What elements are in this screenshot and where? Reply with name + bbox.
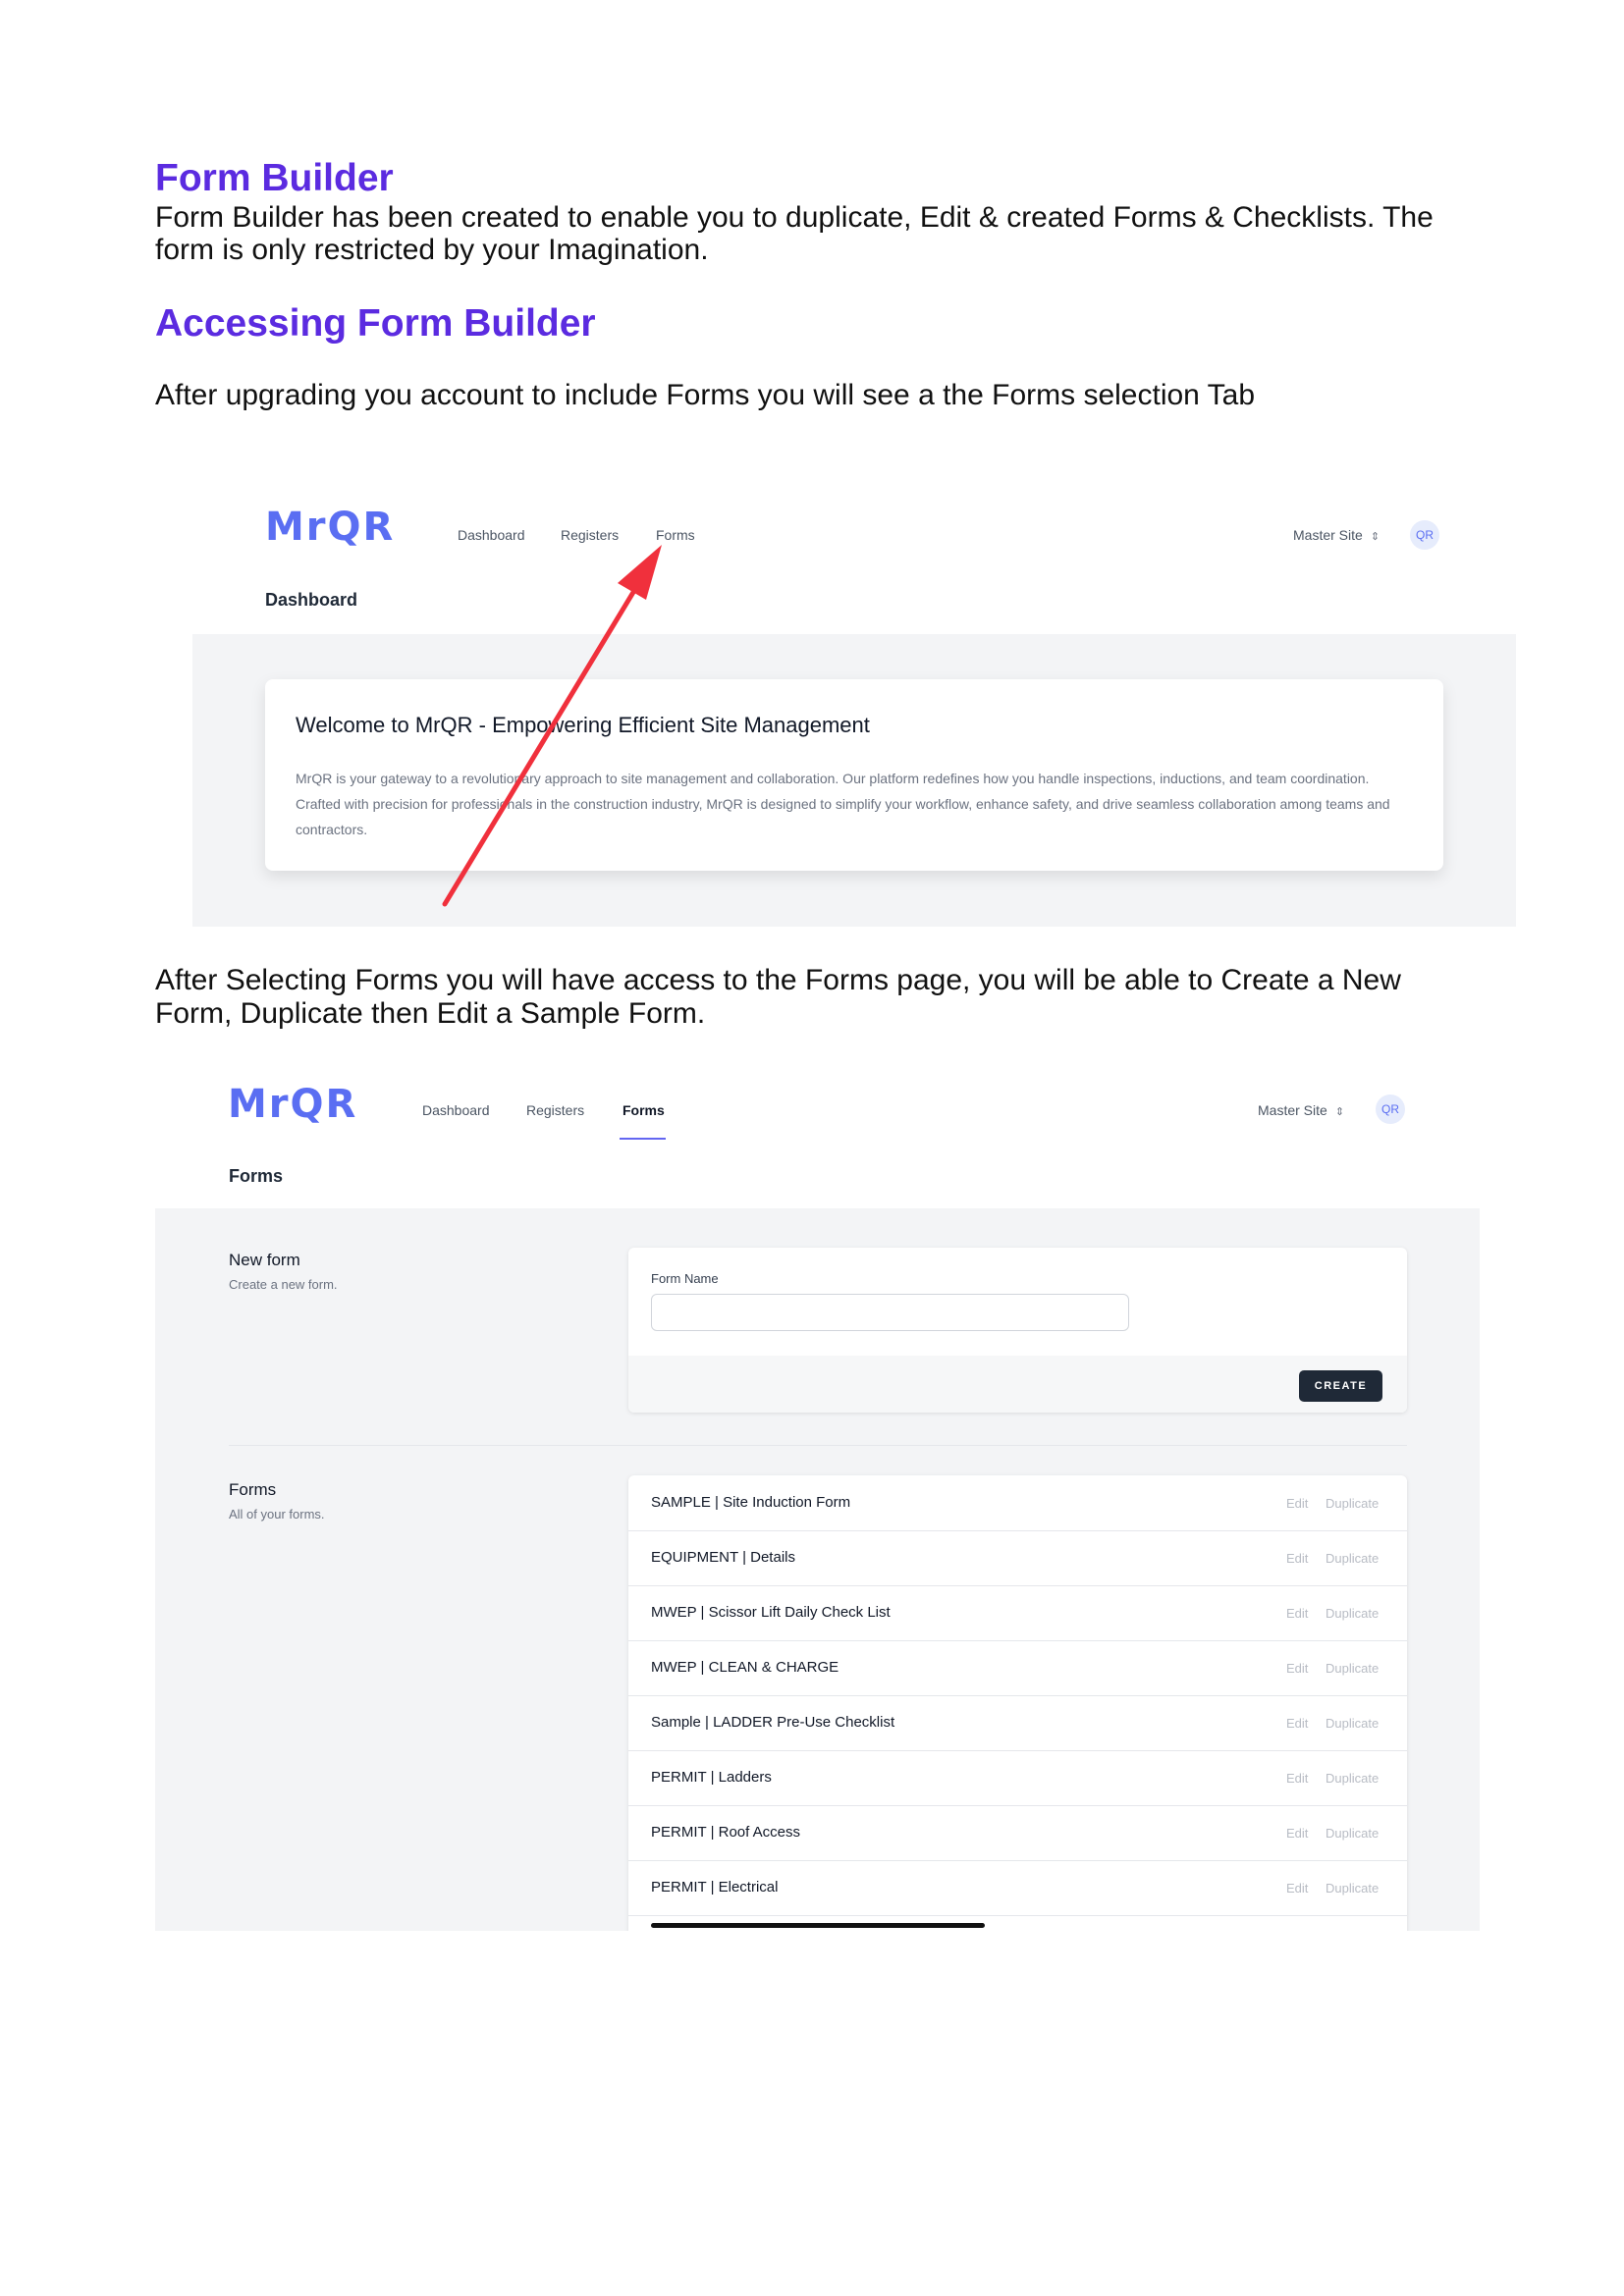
- chevron-updown-icon: ⇕: [1334, 1106, 1345, 1118]
- form-name-input[interactable]: [651, 1294, 1129, 1331]
- heading-form-builder: Form Builder: [155, 157, 394, 199]
- list-item[interactable]: SAMPLE | Site Induction Form Edit Duplic…: [628, 1475, 1407, 1531]
- new-form-desc: Create a new form.: [229, 1277, 338, 1292]
- page-header: Forms: [155, 1140, 1480, 1210]
- red-arrow-annotation: [442, 545, 662, 907]
- duplicate-link[interactable]: Duplicate: [1326, 1716, 1379, 1731]
- form-name-label: Form Name: [651, 1271, 719, 1286]
- list-item[interactable]: EQUIPMENT | Details Edit Duplicate: [628, 1530, 1407, 1586]
- avatar[interactable]: QR: [1376, 1095, 1405, 1124]
- intro-line-1: Form Builder has been created to enable …: [155, 201, 1434, 234]
- edit-link[interactable]: Edit: [1286, 1716, 1308, 1731]
- form-name: MWEP | Scissor Lift Daily Check List: [651, 1604, 891, 1621]
- edit-link[interactable]: Edit: [1286, 1826, 1308, 1841]
- intro-line-2: form is only restricted by your Imaginat…: [155, 234, 709, 266]
- forms-content: New form Create a new form. Form Name CR…: [155, 1208, 1480, 1931]
- form-name: PERMIT | Electrical: [651, 1879, 779, 1896]
- mrqr-logo[interactable]: MrQR: [228, 1083, 357, 1126]
- nav-registers[interactable]: Registers: [526, 1102, 584, 1118]
- edit-link[interactable]: Edit: [1286, 1496, 1308, 1511]
- list-item[interactable]: PERMIT | Roof Access Edit Duplicate: [628, 1805, 1407, 1861]
- forms-section-title: Forms: [229, 1480, 277, 1499]
- nav-forms[interactable]: Forms: [623, 1102, 665, 1118]
- forms-section-desc: All of your forms.: [229, 1507, 325, 1522]
- form-name: PERMIT | Ladders: [651, 1769, 772, 1786]
- edit-link[interactable]: Edit: [1286, 1881, 1308, 1896]
- duplicate-link[interactable]: Duplicate: [1326, 1496, 1379, 1511]
- arrow-shaft: [442, 581, 641, 907]
- list-item[interactable]: MWEP | Scissor Lift Daily Check List Edi…: [628, 1585, 1407, 1641]
- create-button[interactable]: CREATE: [1299, 1370, 1382, 1402]
- list-item[interactable]: Sample | LADDER Pre-Use Checklist Edit D…: [628, 1695, 1407, 1751]
- site-selector[interactable]: Master Site ⇕: [1258, 1102, 1344, 1118]
- section-divider: [229, 1445, 1407, 1446]
- heading-accessing-form-builder: Accessing Form Builder: [155, 302, 596, 345]
- arrow-head: [618, 545, 662, 600]
- edit-link[interactable]: Edit: [1286, 1606, 1308, 1621]
- list-item[interactable]: MWEP | CLEAN & CHARGE Edit Duplicate: [628, 1640, 1407, 1696]
- page-title: Forms: [229, 1166, 284, 1186]
- form-name: MWEP | CLEAN & CHARGE: [651, 1659, 839, 1676]
- list-item[interactable]: PERMIT | Electrical Edit Duplicate: [628, 1860, 1407, 1916]
- duplicate-link[interactable]: Duplicate: [1326, 1606, 1379, 1621]
- edit-link[interactable]: Edit: [1286, 1661, 1308, 1676]
- paragraph-forms-tab: After upgrading you account to include F…: [155, 379, 1256, 411]
- list-item[interactable]: PERMIT | Ladders Edit Duplicate: [628, 1750, 1407, 1806]
- paragraph-forms-page-line-1: After Selecting Forms you will have acce…: [155, 964, 1401, 996]
- edit-link[interactable]: Edit: [1286, 1771, 1308, 1786]
- form-name: Sample | LADDER Pre-Use Checklist: [651, 1714, 895, 1731]
- forms-list: SAMPLE | Site Induction Form Edit Duplic…: [628, 1475, 1407, 1931]
- new-form-footer: CREATE: [628, 1356, 1407, 1413]
- form-name: EQUIPMENT | Details: [651, 1549, 795, 1566]
- nav-dashboard[interactable]: Dashboard: [422, 1102, 490, 1118]
- dashboard-screenshot: MrQR Dashboard Registers Forms Master Si…: [192, 486, 1516, 927]
- paragraph-forms-page-line-2: Form, Duplicate then Edit a Sample Form.: [155, 997, 706, 1030]
- duplicate-link[interactable]: Duplicate: [1326, 1771, 1379, 1786]
- form-name: PERMIT | Roof Access: [651, 1824, 800, 1841]
- duplicate-link[interactable]: Duplicate: [1326, 1881, 1379, 1896]
- duplicate-link[interactable]: Duplicate: [1326, 1826, 1379, 1841]
- edit-link[interactable]: Edit: [1286, 1551, 1308, 1566]
- new-form-title: New form: [229, 1251, 300, 1269]
- duplicate-link[interactable]: Duplicate: [1326, 1661, 1379, 1676]
- duplicate-link[interactable]: Duplicate: [1326, 1551, 1379, 1566]
- home-indicator-bar: [651, 1923, 985, 1928]
- site-selector-label: Master Site: [1258, 1102, 1327, 1118]
- form-name: SAMPLE | Site Induction Form: [651, 1494, 851, 1511]
- top-nav: MrQR Dashboard Registers Forms Master Si…: [155, 1065, 1480, 1141]
- forms-screenshot: MrQR Dashboard Registers Forms Master Si…: [155, 1065, 1480, 1931]
- new-form-card: Form Name CREATE: [628, 1248, 1407, 1413]
